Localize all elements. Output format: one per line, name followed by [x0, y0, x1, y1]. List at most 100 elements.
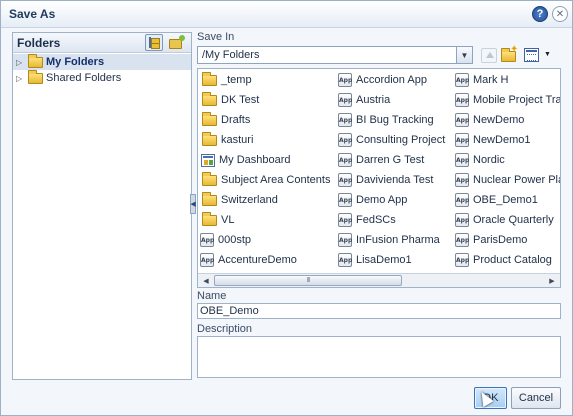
folder-icon: [202, 131, 217, 146]
list-item[interactable]: App Demo App: [338, 191, 407, 209]
list-item[interactable]: Subject Area Contents: [200, 171, 330, 189]
tree-item-my-folders[interactable]: ▷ My Folders: [13, 53, 191, 70]
list-item[interactable]: App Austria: [338, 91, 390, 109]
list-item[interactable]: App AccentureDemo: [200, 251, 297, 269]
app-icon: App: [455, 233, 469, 247]
new-folder-icon[interactable]: [501, 44, 518, 63]
list-item[interactable]: VL: [200, 211, 234, 229]
folder-icon: [202, 191, 217, 206]
list-item[interactable]: App Product Catalog: [455, 251, 552, 269]
folder-icon: [28, 69, 43, 84]
folder-tree-icon[interactable]: [145, 34, 163, 51]
list-item[interactable]: App 000stp: [200, 231, 251, 249]
app-icon: App: [455, 213, 469, 227]
save-as-dialog: Save As ? ✕ Folders ▷ My Folders ▷ Share…: [0, 0, 573, 416]
save-in-value: /My Folders: [202, 49, 260, 61]
list-item[interactable]: App Oracle Quarterly: [455, 211, 554, 229]
app-icon: App: [338, 93, 352, 107]
list-item-label: Mobile Project Tra: [473, 94, 561, 106]
list-item-label: VL: [221, 214, 235, 226]
list-item-label: Drafts: [221, 114, 251, 126]
list-item[interactable]: Switzerland: [200, 191, 278, 209]
save-in-select[interactable]: /My Folders ▼: [197, 46, 473, 64]
list-item-label: LisaDemo1: [356, 254, 412, 266]
app-icon: App: [455, 93, 469, 107]
expand-arrow-icon[interactable]: ▷: [16, 58, 28, 67]
tree-item-shared-folders[interactable]: ▷ Shared Folders: [13, 69, 191, 86]
list-item[interactable]: kasturi: [200, 131, 253, 149]
folder-icon: [202, 171, 217, 186]
list-item[interactable]: App Nordic: [455, 151, 505, 169]
list-item-label: Davivienda Test: [356, 174, 434, 186]
new-folder-icon[interactable]: [166, 34, 185, 51]
list-item[interactable]: App InFusion Pharma: [338, 231, 440, 249]
list-item[interactable]: App Davivienda Test: [338, 171, 433, 189]
dialog-title: Save As: [9, 7, 56, 21]
list-item-label: Oracle Quarterly: [473, 214, 554, 226]
list-item[interactable]: App OBE_Demo1: [455, 191, 538, 209]
list-item[interactable]: App Accordion App: [338, 71, 427, 89]
list-item[interactable]: Drafts: [200, 111, 250, 129]
close-icon[interactable]: ✕: [552, 6, 568, 22]
list-item-label: InFusion Pharma: [356, 234, 440, 246]
list-item[interactable]: App FedSCs: [338, 211, 396, 229]
view-dropdown-icon[interactable]: ▼: [544, 51, 551, 58]
list-item[interactable]: App LisaDemo1: [338, 251, 412, 269]
list-item[interactable]: App Consulting Project: [338, 131, 445, 149]
app-icon: App: [338, 193, 352, 207]
scroll-right-icon[interactable]: ▶: [546, 275, 558, 286]
dashboard-icon: [201, 153, 215, 167]
list-item[interactable]: DK Test: [200, 91, 259, 109]
name-field[interactable]: [197, 303, 561, 319]
folder-icon: [202, 71, 217, 86]
app-icon: App: [455, 113, 469, 127]
list-item[interactable]: _temp: [200, 71, 252, 89]
list-item[interactable]: App BI Bug Tracking: [338, 111, 434, 129]
list-item-label: Demo App: [356, 194, 408, 206]
app-icon: App: [338, 113, 352, 127]
view-icon[interactable]: [524, 48, 539, 62]
list-item-label: NewDemo1: [473, 134, 531, 146]
chevron-down-icon[interactable]: ▼: [456, 47, 472, 63]
list-item[interactable]: My Dashboard: [200, 151, 291, 169]
app-icon: App: [200, 253, 214, 267]
description-field[interactable]: [197, 336, 561, 378]
list-item-label: Subject Area Contents: [221, 174, 331, 186]
list-item[interactable]: App NewDemo: [455, 111, 524, 129]
list-item[interactable]: App Mobile Project Tra: [455, 91, 561, 109]
app-icon: App: [338, 233, 352, 247]
scroll-left-icon[interactable]: ◀: [200, 275, 212, 286]
list-item[interactable]: App Darren G Test: [338, 151, 424, 169]
scroll-thumb[interactable]: III: [214, 275, 402, 286]
app-icon: App: [455, 253, 469, 267]
tree-item-label: My Folders: [46, 56, 105, 68]
list-item-label: Product Catalog: [473, 254, 552, 266]
up-folder-icon[interactable]: [481, 48, 497, 63]
list-item[interactable]: App NewDemo1: [455, 131, 530, 149]
folder-icon: [202, 211, 217, 226]
list-item-label: ParisDemo: [473, 234, 528, 246]
name-label: Name: [197, 290, 227, 302]
list-item-label: _temp: [221, 74, 252, 86]
cancel-button[interactable]: Cancel: [511, 387, 561, 409]
horizontal-scrollbar[interactable]: ◀ III ▶: [198, 273, 560, 287]
list-item-label: 000stp: [218, 234, 252, 246]
app-icon: App: [338, 153, 352, 167]
folder-icon: [202, 91, 217, 106]
description-label: Description: [197, 323, 253, 335]
list-item-label: Nuclear Power Pla: [473, 174, 561, 186]
help-icon[interactable]: ?: [532, 6, 548, 22]
list-item-label: AccentureDemo: [218, 254, 297, 266]
list-item[interactable]: App Mark H: [455, 71, 508, 89]
list-item-label: NewDemo: [473, 114, 525, 126]
list-item-label: FedSCs: [356, 214, 396, 226]
list-item[interactable]: App ParisDemo: [455, 231, 527, 249]
list-item-label: DK Test: [221, 94, 260, 106]
list-item-label: Switzerland: [221, 194, 278, 206]
list-item[interactable]: App Nuclear Power Pla: [455, 171, 561, 189]
folders-header: Folders: [13, 33, 191, 53]
collapse-panel-handle[interactable]: ◀: [190, 194, 196, 214]
folder-icon: [202, 111, 217, 126]
list-item-label: Nordic: [473, 154, 505, 166]
expand-arrow-icon[interactable]: ▷: [16, 74, 28, 83]
